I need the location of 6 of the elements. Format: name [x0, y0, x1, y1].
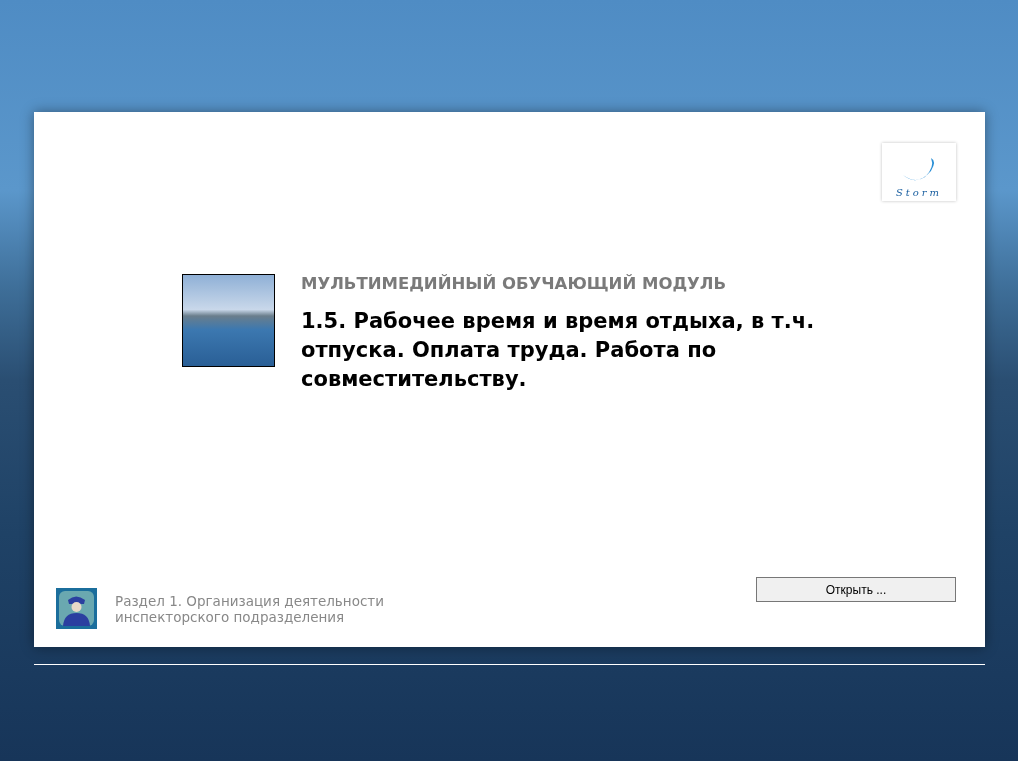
logo-text: Storm	[895, 187, 943, 198]
module-title: 1.5. Рабочее время и время отдыха, в т.ч. отпуска. Оплата труда. Работа по совместительству.	[301, 308, 816, 393]
section-text: Раздел 1. Организация деятельности инспекторского подразделения	[115, 592, 385, 625]
officer-icon	[56, 588, 97, 629]
open-button[interactable]: Открыть ...	[756, 577, 956, 602]
module-label: МУЛЬТИМЕДИЙНЫЙ ОБУЧАЮЩИЙ МОДУЛЬ	[301, 274, 728, 293]
